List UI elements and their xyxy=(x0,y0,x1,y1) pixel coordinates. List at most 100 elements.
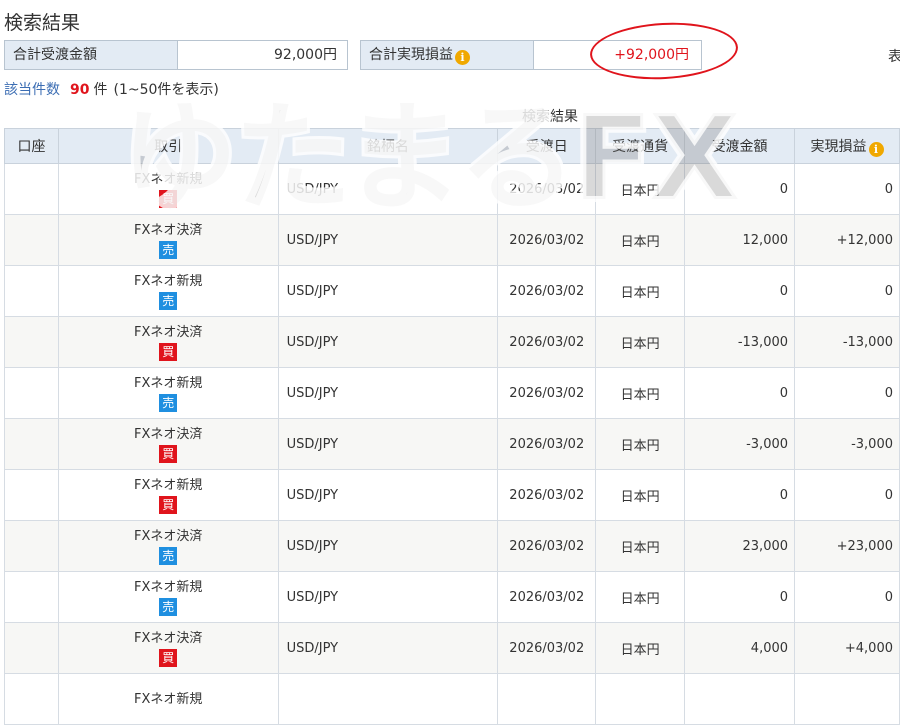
cell-currency: 日本円 xyxy=(595,520,686,572)
cell-pnl xyxy=(794,673,900,725)
info-icon[interactable]: i xyxy=(868,141,884,157)
cell-amount: 0 xyxy=(684,163,796,215)
cell-pnl: +23,000 xyxy=(794,520,900,572)
table-row: FXネオ決済買 USD/JPY 2026/03/02 日本円 -3,000 -3,000 xyxy=(4,418,900,470)
page-title: 検索結果 xyxy=(4,12,81,34)
cell-account xyxy=(4,367,59,419)
trade-type: FXネオ新規 xyxy=(134,477,203,493)
total-pnl-label-wrap: 合計実現損益 i xyxy=(361,41,533,69)
cell-pnl: 0 xyxy=(794,265,900,317)
table-row: FXネオ決済買 USD/JPY 2026/03/02 日本円 4,000 +4,000 xyxy=(4,622,900,674)
table-caption: 検索結果 xyxy=(522,109,578,125)
table-row: FXネオ決済売 USD/JPY 2026/03/02 日本円 23,000 +23,000 xyxy=(4,520,900,572)
cell-trade: FXネオ決済買 xyxy=(57,622,279,674)
cell-amount xyxy=(684,673,796,725)
cell-account xyxy=(4,316,59,368)
trade-type: FXネオ決済 xyxy=(134,324,203,340)
cell-currency: 日本円 xyxy=(595,571,686,623)
count-label: 該当件数 xyxy=(4,82,60,98)
cell-currency: 日本円 xyxy=(595,265,686,317)
cell-delivery-date: 2026/03/02 xyxy=(497,571,597,623)
cell-currency: 日本円 xyxy=(595,418,686,470)
cell-account xyxy=(4,163,59,215)
count-unit: 件 xyxy=(93,82,108,98)
cell-account xyxy=(4,520,59,572)
side-badge: 売 xyxy=(159,240,178,259)
cell-symbol: USD/JPY xyxy=(277,316,499,368)
table-row: FXネオ新規買 USD/JPY 2026/03/02 日本円 0 0 xyxy=(4,163,900,215)
cell-account xyxy=(4,214,59,266)
trade-type: FXネオ決済 xyxy=(134,630,203,646)
side-badge: 買 xyxy=(159,495,178,514)
table-row: FXネオ新規買 USD/JPY 2026/03/02 日本円 0 0 xyxy=(4,469,900,521)
cell-account xyxy=(4,571,59,623)
cell-pnl: 0 xyxy=(794,571,900,623)
cell-trade: FXネオ新規売 xyxy=(57,265,279,317)
header-pnl[interactable]: 実現損益 i xyxy=(794,128,900,164)
total-delivery-box: 合計受渡金額 92,000円 xyxy=(4,40,348,70)
cell-delivery-date: 2026/03/02 xyxy=(497,418,597,470)
cell-delivery-date: 2026/03/02 xyxy=(497,265,597,317)
side-badge: 売 xyxy=(159,597,178,616)
cell-currency: 日本円 xyxy=(595,622,686,674)
cut-off-text: 表 xyxy=(888,49,900,65)
cell-delivery-date: 2026/03/02 xyxy=(497,367,597,419)
table-header-row: 口座 取引 銘柄名 受渡日 受渡通貨 受渡金額 実現損益 i xyxy=(4,128,900,164)
cell-symbol: USD/JPY xyxy=(277,571,499,623)
cell-amount: 0 xyxy=(684,265,796,317)
cell-symbol: USD/JPY xyxy=(277,622,499,674)
cell-symbol: USD/JPY xyxy=(277,214,499,266)
cell-amount: 4,000 xyxy=(684,622,796,674)
trade-type: FXネオ決済 xyxy=(134,426,203,442)
header-delivery-date[interactable]: 受渡日 xyxy=(497,128,597,164)
cell-trade: FXネオ決済買 xyxy=(57,316,279,368)
cell-amount: 0 xyxy=(684,469,796,521)
cell-delivery-date: 2026/03/02 xyxy=(497,316,597,368)
count-value: 90 xyxy=(70,82,90,98)
cell-delivery-date xyxy=(497,673,597,725)
cell-symbol: USD/JPY xyxy=(277,418,499,470)
cell-currency: 日本円 xyxy=(595,163,686,215)
table-row: FXネオ新規売 USD/JPY 2026/03/02 日本円 0 0 xyxy=(4,571,900,623)
cell-delivery-date: 2026/03/02 xyxy=(497,163,597,215)
cell-trade: FXネオ決済買 xyxy=(57,418,279,470)
info-icon[interactable]: i xyxy=(455,50,470,65)
cell-symbol: USD/JPY xyxy=(277,265,499,317)
side-badge: 買 xyxy=(159,648,178,667)
cell-account xyxy=(4,622,59,674)
cell-account xyxy=(4,469,59,521)
cell-symbol xyxy=(277,673,499,725)
table-row: FXネオ決済売 USD/JPY 2026/03/02 日本円 12,000 +12,000 xyxy=(4,214,900,266)
header-trade[interactable]: 取引 xyxy=(57,128,279,164)
cell-symbol: USD/JPY xyxy=(277,367,499,419)
trade-type: FXネオ決済 xyxy=(134,222,203,238)
trade-type: FXネオ新規 xyxy=(134,579,203,595)
cell-trade: FXネオ決済売 xyxy=(57,520,279,572)
cell-symbol: USD/JPY xyxy=(277,469,499,521)
cell-trade: FXネオ新規売 xyxy=(57,571,279,623)
trade-type: FXネオ決済 xyxy=(134,528,203,544)
cell-amount: 0 xyxy=(684,367,796,419)
cell-delivery-date: 2026/03/02 xyxy=(497,469,597,521)
cell-currency: 日本円 xyxy=(595,469,686,521)
header-amount[interactable]: 受渡金額 xyxy=(684,128,796,164)
result-count: 該当件数 90 件 (1~50件を表示) xyxy=(4,79,219,99)
cell-trade: FXネオ新規買 xyxy=(57,469,279,521)
trade-type: FXネオ新規 xyxy=(134,273,203,289)
side-badge: 買 xyxy=(159,444,178,463)
cell-account xyxy=(4,265,59,317)
count-range: (1~50件を表示) xyxy=(113,82,219,98)
cell-currency xyxy=(595,673,686,725)
header-symbol[interactable]: 銘柄名 xyxy=(277,128,499,164)
cell-amount: 12,000 xyxy=(684,214,796,266)
header-account[interactable]: 口座 xyxy=(4,128,59,164)
total-delivery-label: 合計受渡金額 xyxy=(5,41,177,69)
side-badge: 売 xyxy=(159,393,178,412)
cell-account xyxy=(4,418,59,470)
cell-trade: FXネオ新規売 xyxy=(57,367,279,419)
header-currency[interactable]: 受渡通貨 xyxy=(595,128,686,164)
cell-amount: 23,000 xyxy=(684,520,796,572)
cell-pnl: -13,000 xyxy=(794,316,900,368)
cell-pnl: 0 xyxy=(794,163,900,215)
cell-delivery-date: 2026/03/02 xyxy=(497,214,597,266)
